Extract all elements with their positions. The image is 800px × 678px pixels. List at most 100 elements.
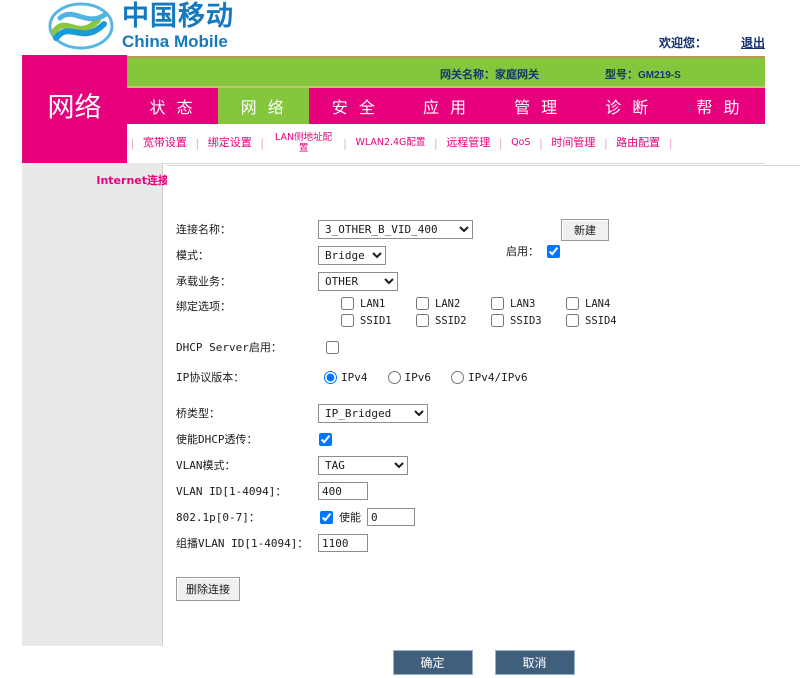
subnav-item-wlan24g[interactable]: WLAN2.4G配置 xyxy=(350,137,430,149)
subnav-item-broadband[interactable]: 宽带设置 xyxy=(138,137,192,150)
ip-version-ipv6-option[interactable]: IPv6 xyxy=(387,370,431,384)
bind-lan4-cell: LAN4 xyxy=(566,297,641,310)
sub-navigation: | 宽带设置 | 绑定设置 | LAN侧地址配置 | WLAN2.4G配置 | … xyxy=(127,124,765,164)
ip-version-ipv6-radio[interactable] xyxy=(387,370,401,384)
enable-checkbox[interactable] xyxy=(547,244,560,258)
connection-form: 新建 启用： 连接名称： 3_OTHER_B_VID_400 模式： Bridg… xyxy=(176,219,646,601)
subnav-item-time-management[interactable]: 时间管理 xyxy=(546,137,600,150)
subnav-item-route-config[interactable]: 路由配置 xyxy=(611,137,665,150)
subnav-separator: | xyxy=(604,137,608,150)
subnav-item-remote-management[interactable]: 远程管理 xyxy=(441,137,495,150)
dhcp-server-row: DHCP Server启用： xyxy=(176,337,646,357)
connection-name-label: 连接名称： xyxy=(176,223,231,236)
bind-lan2-checkbox[interactable] xyxy=(416,297,429,310)
subnav-separator: | xyxy=(539,137,543,150)
bind-ssid2-cell: SSID2 xyxy=(416,314,491,327)
subnav-separator: | xyxy=(343,137,347,150)
tab-management[interactable]: 管 理 xyxy=(492,88,583,124)
subnav-separator: | xyxy=(434,137,438,150)
bind-ssid2-checkbox[interactable] xyxy=(416,314,429,327)
tab-help[interactable]: 帮 助 xyxy=(674,88,765,124)
ip-version-ipv4-option[interactable]: IPv4 xyxy=(324,370,368,384)
gateway-name-value: 家庭网关 xyxy=(495,69,539,81)
bind-ssid4-cell: SSID4 xyxy=(566,314,641,327)
tab-diagnostics[interactable]: 诊 断 xyxy=(583,88,674,124)
bind-ssid4-checkbox[interactable] xyxy=(566,314,579,327)
dot1p-row: 802.1p[0-7]： 使能 xyxy=(176,507,646,527)
dhcp-server-label: DHCP Server启用： xyxy=(176,341,282,354)
mode-label: 模式： xyxy=(176,249,209,262)
logout-link[interactable]: 退出 xyxy=(741,34,765,51)
dhcp-relay-checkbox[interactable] xyxy=(319,432,332,446)
subnav-item-qos[interactable]: QoS xyxy=(506,137,535,149)
vlan-mode-select[interactable]: TAG xyxy=(318,455,408,475)
brand-logo: 中国移动 China Mobile xyxy=(48,2,234,50)
mode-row: 模式： Bridge xyxy=(176,245,646,265)
welcome-label: 欢迎您： xyxy=(658,36,707,50)
model-label: 型号： xyxy=(605,69,638,81)
vlan-mode-label: VLAN模式： xyxy=(176,459,236,472)
cancel-button[interactable]: 取消 xyxy=(494,650,575,675)
dot1p-value-input[interactable] xyxy=(367,508,415,526)
multicast-vlan-row: 组播VLAN ID[1-4094]： xyxy=(176,533,646,553)
dhcp-server-checkbox[interactable] xyxy=(326,340,339,354)
tab-security[interactable]: 安 全 xyxy=(309,88,400,124)
subnav-separator: | xyxy=(499,137,503,150)
gateway-info: 网关名称：家庭网关 xyxy=(440,66,539,82)
bridge-type-row: 桥类型： IP_Bridged xyxy=(176,403,646,423)
ip-version-row: IP协议版本： IPv4 IPv6 IPv4/IPv6 xyxy=(176,367,646,387)
subnav-separator: | xyxy=(131,137,134,150)
vlan-id-input[interactable] xyxy=(318,482,368,500)
new-connection-button[interactable]: 新建 xyxy=(561,219,609,241)
ip-version-ipv4-label: IPv4 xyxy=(341,370,368,384)
bind-ssid1-checkbox[interactable] xyxy=(341,314,354,327)
ok-button[interactable]: 确定 xyxy=(392,650,473,675)
sidebar-item-internet-connection[interactable]: Internet连接 xyxy=(96,172,169,188)
ip-version-ipv4-radio[interactable] xyxy=(324,370,337,384)
china-mobile-wave-logo xyxy=(48,2,114,50)
dhcp-relay-label: 使能DHCP透传： xyxy=(176,433,258,446)
brand-name-en: China Mobile xyxy=(122,31,228,51)
mode-select[interactable]: Bridge xyxy=(318,245,386,265)
service-select[interactable]: OTHER xyxy=(318,271,398,291)
bind-lan1-label: LAN1 xyxy=(360,297,386,310)
bridge-type-select[interactable]: IP_Bridged xyxy=(318,403,428,423)
connection-name-select[interactable]: 3_OTHER_B_VID_400 xyxy=(318,219,473,239)
welcome-area: 欢迎您： 退出 xyxy=(659,34,765,51)
bind-lan1-cell: LAN1 xyxy=(341,297,416,310)
gateway-info-bar: 网关名称：家庭网关 型号：GM219-S xyxy=(127,56,765,86)
dot1p-enable-checkbox[interactable] xyxy=(320,510,333,524)
binding-row: 绑定选项： LAN1 LAN2 LAN3 LAN4 SSID1 SSID2 SS… xyxy=(176,297,646,327)
gateway-name-label: 网关名称： xyxy=(440,69,495,81)
top-strip: 中国移动 China Mobile 欢迎您： 退出 xyxy=(0,0,800,55)
tab-application[interactable]: 应 用 xyxy=(400,88,491,124)
enable-field: 启用： xyxy=(506,243,560,259)
tab-status[interactable]: 状 态 xyxy=(127,88,218,124)
delete-connection-button[interactable]: 删除连接 xyxy=(176,577,240,601)
bind-lan1-checkbox[interactable] xyxy=(341,297,354,310)
service-row: 承载业务： OTHER xyxy=(176,271,646,291)
subnav-item-binding[interactable]: 绑定设置 xyxy=(203,137,257,150)
subnav-separator: | xyxy=(260,137,264,150)
ip-version-dual-option[interactable]: IPv4/IPv6 xyxy=(451,370,528,384)
footer-actions: 确定 取消 xyxy=(167,647,800,678)
bind-lan3-cell: LAN3 xyxy=(491,297,566,310)
bind-ssid3-checkbox[interactable] xyxy=(491,314,504,327)
brand-name-cn: 中国移动 xyxy=(122,0,234,32)
bind-lan3-checkbox[interactable] xyxy=(491,297,504,310)
bind-lan2-label: LAN2 xyxy=(435,297,461,310)
bind-lan3-label: LAN3 xyxy=(510,297,536,310)
tab-network[interactable]: 网 络 xyxy=(218,88,310,124)
binding-ssid-row: SSID1 SSID2 SSID3 SSID4 xyxy=(341,314,641,327)
bind-ssid2-label: SSID2 xyxy=(435,314,467,327)
ip-version-dual-radio[interactable] xyxy=(451,370,464,384)
bridge-type-label: 桥类型： xyxy=(176,407,220,420)
bind-ssid1-label: SSID1 xyxy=(360,314,392,327)
bind-ssid3-cell: SSID3 xyxy=(491,314,566,327)
bind-ssid1-cell: SSID1 xyxy=(341,314,416,327)
multicast-vlan-input[interactable] xyxy=(318,534,368,552)
subnav-item-lan-address[interactable]: LAN侧地址配置 xyxy=(268,132,340,155)
page-title: 网络 xyxy=(47,92,102,124)
bind-lan4-checkbox[interactable] xyxy=(566,297,579,310)
bind-ssid3-label: SSID3 xyxy=(510,314,542,327)
